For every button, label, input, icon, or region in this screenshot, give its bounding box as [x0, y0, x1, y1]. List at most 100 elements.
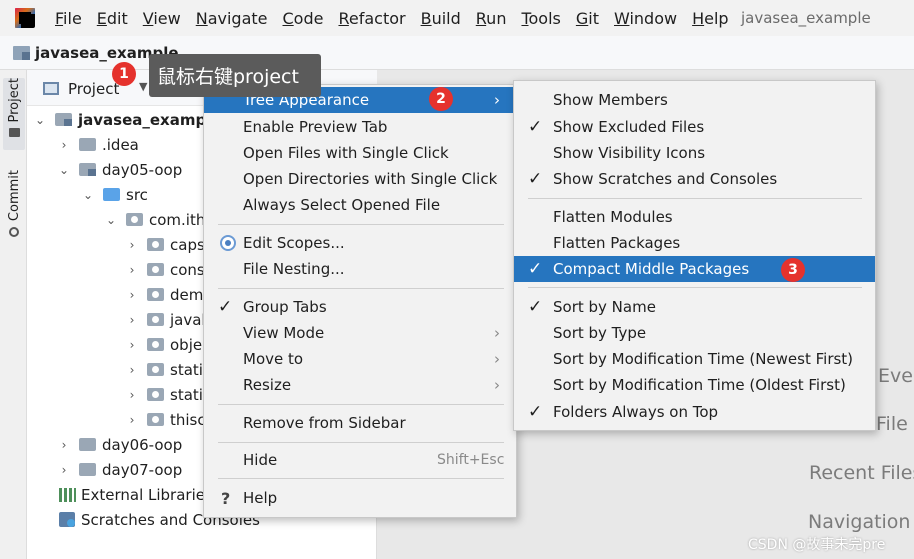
tree-item-label: javasea_exampl: [78, 110, 212, 129]
chevron-down-icon[interactable]: ⌄: [81, 188, 95, 202]
tree-item-package[interactable]: › cons: [125, 257, 205, 282]
submenu-item-compact-middle-packages[interactable]: ✓ Compact Middle Packages: [514, 256, 875, 282]
tree-item-package[interactable]: › obje: [125, 332, 203, 357]
submenu-item-folders-on-top[interactable]: ✓ Folders Always on Top: [514, 399, 875, 425]
chevron-down-icon[interactable]: ⌄: [104, 213, 118, 227]
menu-window[interactable]: Window: [614, 9, 677, 28]
tree-item-day05[interactable]: ⌄ day05-oop: [57, 157, 182, 182]
menu-separator: [218, 224, 504, 225]
tool-tab-commit[interactable]: Commit: [3, 170, 25, 242]
tree-item-package[interactable]: › javal: [125, 307, 206, 332]
menu-item-edit-scopes[interactable]: Edit Scopes...: [204, 230, 516, 256]
menu-item-enable-preview-tab[interactable]: Enable Preview Tab: [204, 114, 516, 140]
package-icon: [147, 238, 164, 251]
menu-item-open-dirs-single-click[interactable]: Open Directories with Single Click: [204, 166, 516, 192]
tree-item-package[interactable]: › stati: [125, 382, 203, 407]
chevron-right-icon[interactable]: ›: [125, 338, 139, 352]
source-folder-icon: [103, 188, 120, 201]
tool-tab-project-label: Project: [6, 78, 22, 123]
tree-item-package[interactable]: › stati: [125, 357, 203, 382]
tree-item-label: day06-oop: [102, 435, 183, 454]
checkmark-icon: ✓: [528, 402, 543, 422]
checkmark-icon: ✓: [528, 259, 543, 279]
chevron-right-icon[interactable]: ›: [125, 388, 139, 402]
submenu-item-show-excluded[interactable]: ✓ Show Excluded Files: [514, 114, 875, 140]
menu-item-remove-from-sidebar[interactable]: Remove from Sidebar: [204, 410, 516, 436]
menu-help[interactable]: Help: [692, 9, 728, 28]
chevron-down-icon[interactable]: ⌄: [57, 163, 71, 177]
menu-file[interactable]: File: [55, 9, 82, 28]
submenu-item-sort-by-name[interactable]: ✓ Sort by Name: [514, 294, 875, 320]
menu-item-file-nesting[interactable]: File Nesting...: [204, 256, 516, 282]
tree-item-idea[interactable]: › .idea: [57, 132, 139, 157]
menu-separator: [528, 198, 862, 199]
submenu-item-flatten-modules[interactable]: Flatten Modules: [514, 204, 875, 230]
package-icon: [126, 213, 143, 226]
tree-item-label: com.ith: [149, 210, 206, 229]
tree-appearance-submenu: Show Members ✓ Show Excluded Files Show …: [513, 80, 876, 431]
chevron-right-icon[interactable]: ›: [125, 238, 139, 252]
tree-item-external-libraries[interactable]: External Libraries: [59, 482, 213, 507]
submenu-item-show-scratches[interactable]: ✓ Show Scratches and Consoles: [514, 166, 875, 192]
menu-item-open-files-single-click[interactable]: Open Files with Single Click: [204, 140, 516, 166]
tree-item-package[interactable]: › thisc: [125, 407, 206, 432]
submenu-item-sort-mod-oldest[interactable]: Sort by Modification Time (Oldest First): [514, 372, 875, 398]
tree-item-day07[interactable]: › day07-oop: [57, 457, 183, 482]
submenu-item-sort-by-type[interactable]: Sort by Type: [514, 320, 875, 346]
commit-icon: [9, 227, 19, 238]
chevron-down-icon[interactable]: ⌄: [33, 113, 47, 127]
watermark: CSDN @故事未完pre: [748, 537, 886, 553]
menu-git[interactable]: Git: [576, 9, 599, 28]
menu-item-move-to[interactable]: Move to ›: [204, 346, 516, 372]
submenu-item-show-visibility[interactable]: Show Visibility Icons: [514, 140, 875, 166]
tree-item-src[interactable]: ⌄ src: [81, 182, 148, 207]
tree-item-package[interactable]: ⌄ com.ith: [104, 207, 205, 232]
chevron-right-icon[interactable]: ›: [57, 138, 71, 152]
menu-item-view-mode[interactable]: View Mode ›: [204, 320, 516, 346]
tree-item-label: stati: [170, 360, 203, 379]
menu-code[interactable]: Code: [283, 9, 324, 28]
chevron-right-icon[interactable]: ›: [125, 413, 139, 427]
menu-navigate[interactable]: Navigate: [196, 9, 268, 28]
main-menu-bar: File Edit View Navigate Code Refactor Bu…: [0, 0, 914, 36]
tool-window-strip: Project Commit: [0, 70, 27, 559]
tool-tab-project[interactable]: Project: [3, 78, 25, 150]
tree-item-package[interactable]: › caps: [125, 232, 205, 257]
chevron-right-icon[interactable]: ›: [125, 363, 139, 377]
tree-item-day06[interactable]: › day06-oop: [57, 432, 183, 457]
chevron-down-icon[interactable]: ▼: [139, 80, 147, 93]
submenu-item-sort-mod-newest[interactable]: Sort by Modification Time (Newest First): [514, 346, 875, 372]
welcome-file: File C: [876, 413, 914, 435]
project-panel-title[interactable]: Project: [68, 80, 119, 98]
menu-item-group-tabs[interactable]: ✓ Group Tabs: [204, 294, 516, 320]
menu-tools[interactable]: Tools: [521, 9, 560, 28]
submenu-item-flatten-packages[interactable]: Flatten Packages: [514, 230, 875, 256]
welcome-recent-files: Recent Files: [809, 462, 914, 484]
module-folder-icon: [79, 163, 96, 176]
menu-edit[interactable]: Edit: [97, 9, 128, 28]
menu-item-help[interactable]: ? Help: [204, 485, 516, 511]
chevron-right-icon[interactable]: ›: [125, 263, 139, 277]
tree-item-package[interactable]: › dem: [125, 282, 204, 307]
menu-build[interactable]: Build: [421, 9, 461, 28]
package-icon: [147, 363, 164, 376]
menu-item-resize[interactable]: Resize ›: [204, 372, 516, 398]
chevron-right-icon: ›: [494, 376, 500, 394]
menu-item-hide[interactable]: Hide Shift+Esc: [204, 447, 516, 473]
menu-refactor[interactable]: Refactor: [338, 9, 405, 28]
chevron-right-icon[interactable]: ›: [125, 313, 139, 327]
chevron-right-icon[interactable]: ›: [57, 438, 71, 452]
submenu-item-show-members[interactable]: Show Members: [514, 87, 875, 113]
menu-view[interactable]: View: [143, 9, 181, 28]
chevron-right-icon[interactable]: ›: [125, 288, 139, 302]
step-badge-1: 1: [112, 62, 136, 86]
chevron-right-icon: ›: [494, 350, 500, 368]
menu-item-always-select-opened[interactable]: Always Select Opened File: [204, 192, 516, 218]
menu-separator: [218, 442, 504, 443]
chevron-right-icon[interactable]: ›: [57, 463, 71, 477]
tree-item-root[interactable]: ⌄ javasea_exampl: [33, 107, 211, 132]
package-icon: [147, 388, 164, 401]
tree-item-label: src: [126, 185, 148, 204]
menu-run[interactable]: Run: [476, 9, 507, 28]
folder-icon: [79, 463, 96, 476]
